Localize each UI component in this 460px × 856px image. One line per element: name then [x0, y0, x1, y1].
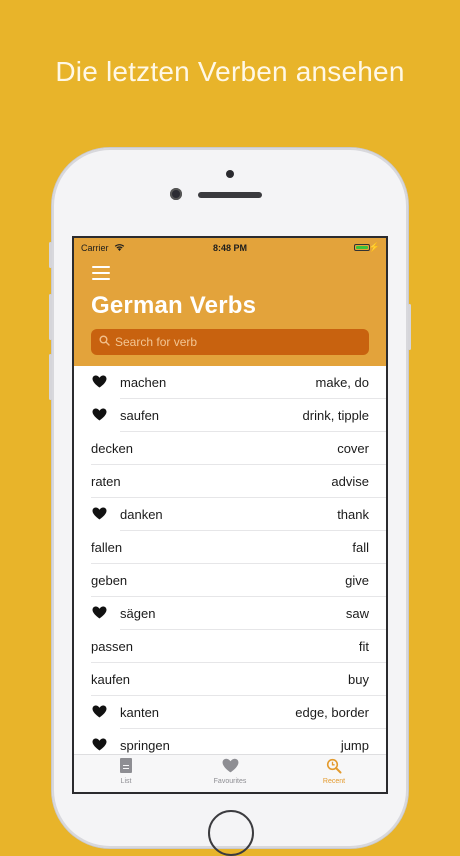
hamburger-menu-icon[interactable]: [92, 266, 110, 280]
verb-row[interactable]: decken cover: [74, 432, 386, 465]
verb-list: machen make, do saufen drink, tipple decken c…: [74, 366, 386, 762]
verb-german: kaufen: [91, 672, 131, 687]
verb-row[interactable]: kaufen buy: [74, 663, 386, 696]
heart-icon: [222, 758, 239, 775]
status-time: 8:48 PM: [212, 243, 247, 253]
search-icon: [99, 335, 110, 349]
verb-german: geben: [91, 573, 128, 588]
verb-english: saw: [345, 606, 369, 621]
recent-search-icon: [326, 758, 343, 775]
silent-switch: [49, 242, 52, 268]
search-input[interactable]: [115, 335, 355, 349]
verb-german: machen: [120, 375, 167, 390]
verb-german: sägen: [120, 606, 156, 621]
verb-english: advise: [331, 474, 369, 489]
tab-list[interactable]: List: [74, 755, 178, 792]
document-icon: [120, 758, 132, 775]
app-header: Carrier 8:48 PM ⚡ German Verbs: [74, 238, 386, 366]
front-camera: [170, 188, 182, 200]
battery-icon: [354, 244, 370, 251]
tab-favourites[interactable]: Favourites: [178, 755, 282, 792]
earpiece-speaker: [198, 192, 262, 198]
verb-row[interactable]: saufen drink, tipple: [74, 399, 386, 432]
verb-german: danken: [120, 507, 163, 522]
verb-german: passen: [91, 639, 133, 654]
verb-row[interactable]: machen make, do: [74, 366, 386, 399]
tab-bar: List Favourites Recent: [74, 754, 386, 792]
heart-icon[interactable]: [92, 606, 108, 622]
verb-english: thank: [337, 507, 369, 522]
proximity-sensor: [226, 170, 234, 178]
verb-english: buy: [348, 672, 369, 687]
page-title: German Verbs: [91, 292, 257, 319]
tab-label: List: [120, 778, 132, 785]
verb-row[interactable]: raten advise: [74, 465, 386, 498]
heart-icon[interactable]: [92, 507, 108, 523]
verb-english: drink, tipple: [302, 408, 369, 423]
verb-row[interactable]: fallen fall: [74, 531, 386, 564]
app-screen: Carrier 8:48 PM ⚡ German Verbs machen mak…: [74, 238, 386, 792]
verb-row[interactable]: geben give: [74, 564, 386, 597]
search-bar[interactable]: [91, 329, 369, 355]
verb-english: make, do: [315, 375, 369, 390]
charging-bolt-icon: ⚡: [368, 242, 380, 252]
promo-headline: Die letzten Verben ansehen: [55, 56, 405, 87]
verb-german: raten: [91, 474, 121, 489]
volume-down-button: [49, 354, 52, 400]
verb-german: kanten: [120, 705, 160, 720]
verb-english: give: [345, 573, 369, 588]
power-button: [408, 304, 411, 350]
tab-label: Recent: [322, 778, 346, 785]
verb-english: fall: [352, 540, 369, 555]
home-button[interactable]: [208, 810, 254, 856]
status-bar: Carrier 8:48 PM ⚡: [74, 242, 386, 256]
verb-german: decken: [91, 441, 133, 456]
heart-icon[interactable]: [92, 375, 108, 391]
verb-row[interactable]: sägen saw: [74, 597, 386, 630]
verb-english: edge, border: [295, 705, 369, 720]
verb-german: springen: [120, 738, 170, 753]
heart-icon[interactable]: [92, 705, 108, 721]
verb-english: fit: [358, 639, 369, 654]
volume-up-button: [49, 294, 52, 340]
tab-recent[interactable]: Recent: [282, 755, 386, 792]
verb-row[interactable]: passen fit: [74, 630, 386, 663]
verb-row[interactable]: kanten edge, border: [74, 696, 386, 729]
heart-icon[interactable]: [92, 738, 108, 754]
verb-german: fallen: [91, 540, 123, 555]
verb-english: cover: [337, 441, 369, 456]
verb-row[interactable]: danken thank: [74, 498, 386, 531]
verb-german: saufen: [120, 408, 160, 423]
tab-label: Favourites: [213, 778, 247, 785]
heart-icon[interactable]: [92, 408, 108, 424]
verb-english: jump: [340, 738, 369, 753]
